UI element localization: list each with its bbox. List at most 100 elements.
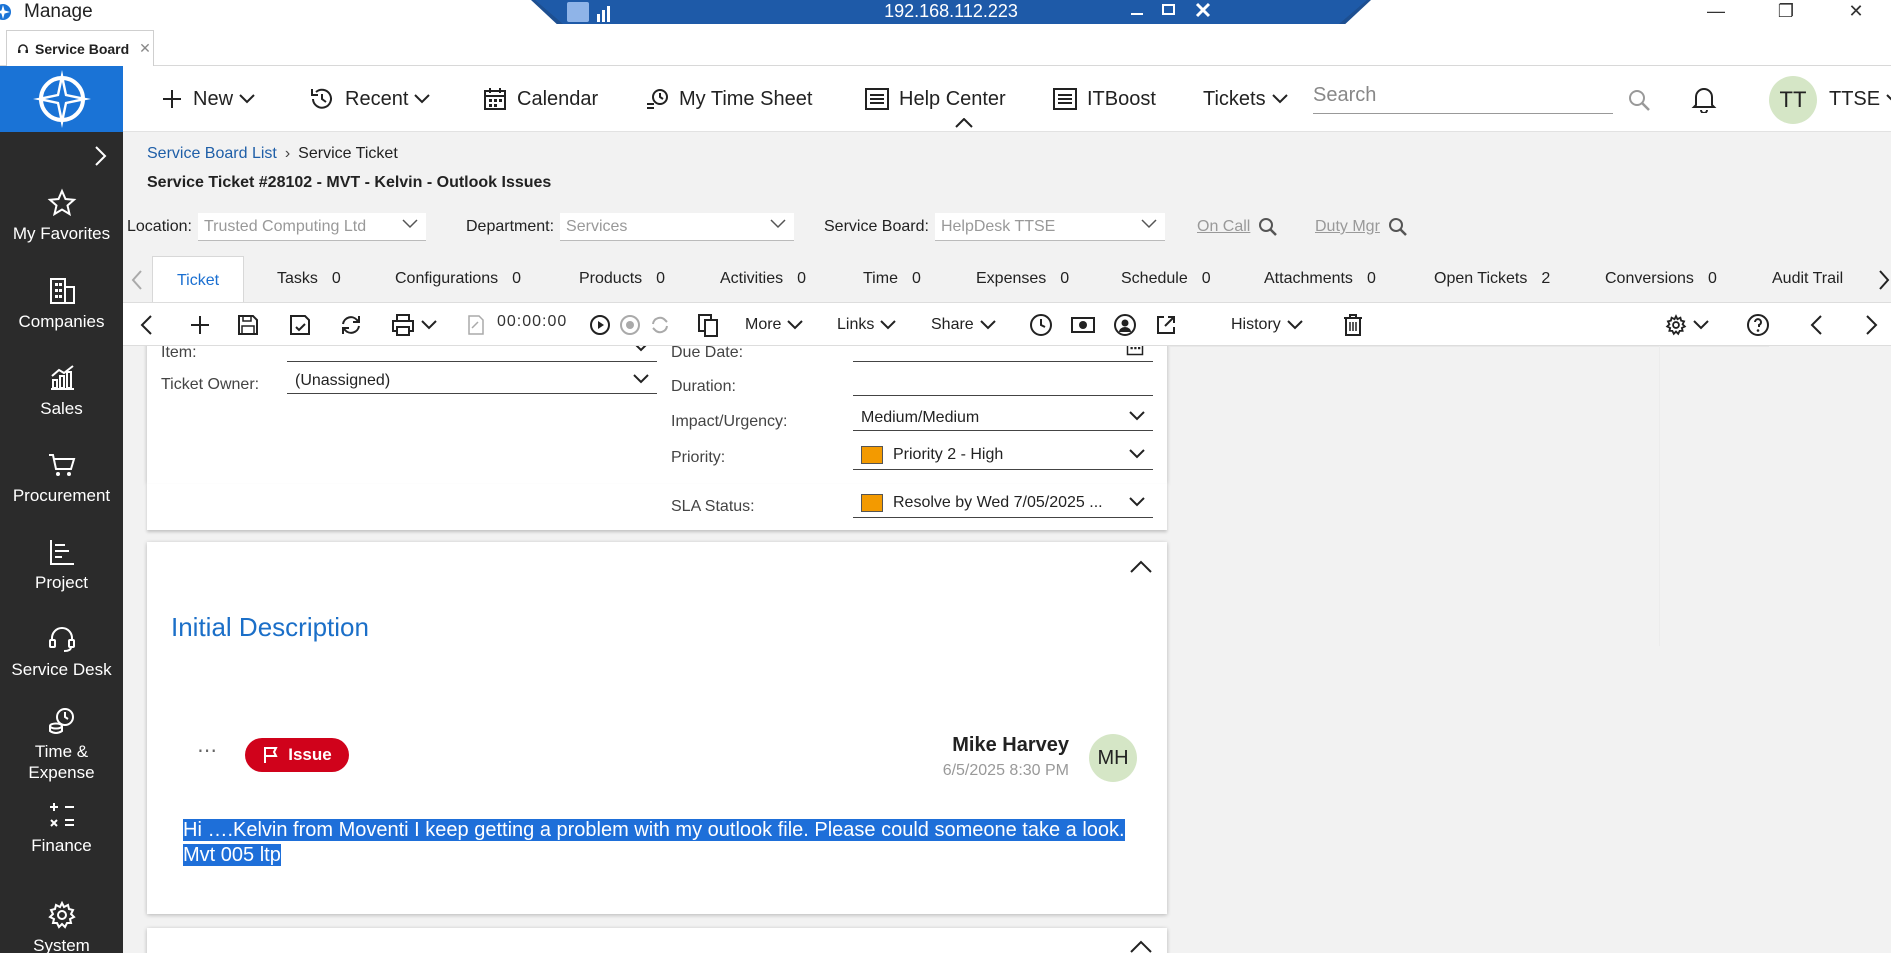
nav-system[interactable]: System [0, 900, 123, 953]
print-menu[interactable] [391, 313, 437, 337]
item-select[interactable] [287, 346, 657, 362]
play-icon[interactable] [589, 313, 611, 337]
service-board-filter: Service Board: HelpDesk TTSE [824, 212, 1165, 242]
user-avatar[interactable]: TT [1769, 76, 1817, 124]
reset-timer-icon[interactable] [649, 313, 671, 337]
edit-time-icon[interactable] [467, 313, 485, 337]
location-select[interactable]: Trusted Computing Ltd [197, 213, 426, 241]
calendar-link[interactable]: Calendar [483, 84, 598, 114]
next-record-icon[interactable] [1865, 313, 1879, 337]
tab-attachments[interactable]: Attachments 0 [1264, 256, 1376, 302]
nav-companies[interactable]: Companies [0, 276, 123, 332]
recent-menu[interactable]: Recent [309, 84, 440, 114]
save-close-icon[interactable] [289, 313, 311, 337]
headset-icon [48, 627, 75, 652]
itboost-link[interactable]: ITBoost [1053, 84, 1156, 114]
tab-service-board[interactable]: Service Board ✕ [6, 30, 154, 66]
more-menu[interactable]: More [745, 313, 804, 337]
my-time-sheet-link[interactable]: My Time Sheet [645, 84, 812, 114]
tab-schedule[interactable]: Schedule 0 [1121, 256, 1211, 302]
calculator-icon [49, 803, 74, 827]
tab-open-tickets[interactable]: Open Tickets 2 [1434, 256, 1550, 302]
due-date-field[interactable] [853, 346, 1153, 362]
service-board-select[interactable]: HelpDesk TTSE [934, 213, 1165, 241]
tickets-menu[interactable]: Tickets [1203, 84, 1298, 114]
history-menu[interactable]: History [1231, 313, 1303, 337]
breadcrumb-root-link[interactable]: Service Board List [147, 145, 277, 163]
previous-record-icon[interactable] [1809, 313, 1823, 337]
nav-label: Companies [18, 312, 105, 331]
user-menu[interactable]: TTSE [1829, 84, 1891, 114]
tab-scroll-left-icon[interactable] [131, 270, 143, 290]
close-tab-icon[interactable]: ✕ [139, 40, 151, 57]
duty-mgr-lookup[interactable]: Duty Mgr [1315, 212, 1408, 242]
open-external-icon[interactable] [1155, 313, 1177, 337]
tab-expenses[interactable]: Expenses 0 [976, 256, 1069, 302]
sla-color-swatch [861, 493, 883, 512]
help-icon[interactable] [1746, 313, 1770, 337]
back-icon[interactable] [139, 313, 153, 337]
tab-configurations[interactable]: Configurations 0 [395, 256, 521, 302]
new-menu[interactable]: New [161, 84, 265, 114]
restore-icon[interactable]: ❐ [1751, 0, 1821, 22]
tab-audit-trail[interactable]: Audit Trail [1772, 256, 1843, 302]
search-icon[interactable] [1627, 88, 1651, 112]
collapse-section-icon[interactable] [1129, 940, 1153, 953]
tab-ticket[interactable]: Ticket [152, 256, 245, 304]
add-icon[interactable] [189, 313, 211, 337]
nav-project[interactable]: Project [0, 537, 123, 593]
money-icon[interactable] [1071, 313, 1095, 337]
contact-icon[interactable] [1113, 313, 1137, 337]
remote-ip-label: 192.168.112.223 [884, 1, 1018, 21]
calendar-icon[interactable] [1125, 346, 1145, 356]
copy-icon[interactable] [697, 313, 719, 337]
chevron-down-icon [402, 219, 418, 229]
brand-logo[interactable] [0, 66, 123, 132]
minimize-icon[interactable]: — [1681, 0, 1751, 22]
department-select[interactable]: Services [560, 213, 795, 241]
search-input[interactable] [1313, 80, 1613, 110]
tab-products[interactable]: Products 0 [579, 256, 665, 302]
links-menu[interactable]: Links [837, 313, 897, 337]
on-call-lookup[interactable]: On Call [1197, 212, 1278, 242]
chevron-up-icon[interactable] [955, 118, 973, 128]
tab-conversions[interactable]: Conversions 0 [1605, 256, 1717, 302]
nav-procurement[interactable]: Procurement [0, 450, 123, 506]
delete-icon[interactable] [1343, 313, 1363, 337]
list-icon [865, 88, 889, 110]
ticket-owner-select[interactable]: (Unassigned) [287, 368, 657, 394]
breadcrumb: Service Board List › Service Ticket [147, 145, 398, 163]
stop-icon[interactable] [619, 313, 641, 337]
nav-time-expense[interactable]: Time & Expense [0, 706, 123, 784]
settings-menu[interactable] [1665, 313, 1709, 337]
nav-sales[interactable]: Sales [0, 363, 123, 419]
save-icon[interactable] [237, 313, 259, 337]
sla-status-select[interactable]: Resolve by Wed 7/05/2025 ... [853, 488, 1153, 518]
gantt-icon [49, 540, 74, 565]
duration-field[interactable] [853, 370, 1153, 396]
nav-my-favorites[interactable]: My Favorites [0, 188, 123, 244]
close-window-icon[interactable]: ✕ [1821, 0, 1891, 22]
search-box [1313, 80, 1613, 114]
help-center-link[interactable]: Help Center [865, 84, 1006, 114]
clock-icon[interactable] [1029, 313, 1053, 337]
refresh-icon[interactable] [339, 313, 363, 337]
chevron-down-icon [239, 94, 255, 104]
bell-icon[interactable] [1691, 85, 1717, 113]
collapse-section-icon[interactable] [1129, 560, 1153, 574]
chevron-down-icon [1693, 320, 1709, 330]
tab-tasks[interactable]: Tasks 0 [277, 256, 341, 302]
share-menu[interactable]: Share [931, 313, 996, 337]
more-options-icon[interactable]: ⋯ [197, 738, 217, 763]
list-icon [1053, 88, 1077, 110]
description-text[interactable]: Hi ….Kelvin from Moventi I keep getting … [183, 818, 1133, 868]
impact-urgency-select[interactable]: Medium/Medium [853, 405, 1153, 431]
nav-finance[interactable]: Finance [0, 800, 123, 856]
priority-select[interactable]: Priority 2 - High [853, 440, 1153, 470]
tab-scroll-right-icon[interactable] [1878, 270, 1890, 290]
expand-nav-icon[interactable] [88, 144, 112, 168]
chevron-down-icon [979, 320, 996, 330]
nav-service-desk[interactable]: Service Desk [0, 624, 123, 680]
tab-activities[interactable]: Activities 0 [720, 256, 806, 302]
tab-time[interactable]: Time 0 [863, 256, 921, 302]
